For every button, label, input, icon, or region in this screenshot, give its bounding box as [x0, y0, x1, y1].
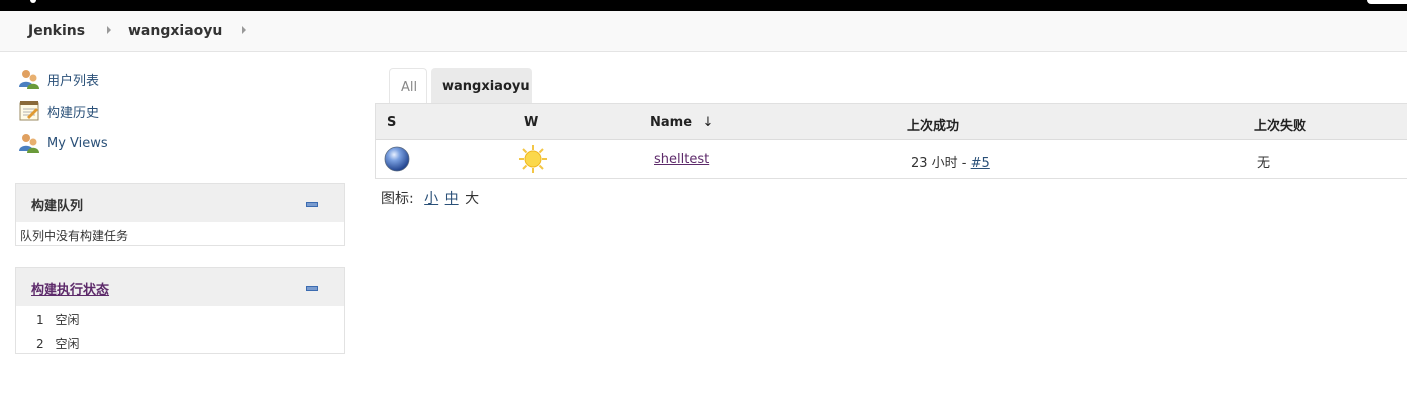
breadcrumb-user[interactable]: wangxiaoyu [128, 23, 222, 39]
icon-size-large: 大 [465, 191, 480, 207]
collapse-icon[interactable] [306, 286, 318, 291]
build-number-link[interactable]: #5 [971, 156, 990, 171]
breadcrumb-jenkins[interactable]: Jenkins [28, 23, 85, 39]
icon-size-medium-link[interactable]: 中 [445, 191, 459, 207]
executor-number: 2 [36, 337, 44, 351]
icon-size-selector: 图标: 小 中 大 [381, 188, 479, 208]
tab-wangxiaoyu[interactable]: wangxiaoyu [431, 68, 532, 104]
build-queue-title: 构建队列 [31, 199, 84, 214]
top-header-bar [0, 0, 1407, 11]
build-queue-header: 构建队列 [16, 184, 344, 222]
collapse-icon[interactable] [306, 202, 318, 207]
executor-row: 2 空闲 [36, 335, 79, 352]
header-right-fragment [1367, 0, 1407, 4]
icon-size-label: 图标: [381, 191, 414, 207]
notepad-icon [18, 100, 40, 122]
sidebar-item-user-list[interactable]: 用户列表 [18, 68, 99, 90]
executor-number: 1 [36, 313, 44, 327]
build-queue-empty-text: 队列中没有构建任务 [20, 229, 129, 243]
breadcrumb: Jenkins wangxiaoyu [0, 11, 1407, 52]
header-logo-fragment [30, 0, 36, 3]
column-header-last-success[interactable]: 上次成功 [907, 115, 959, 134]
column-header-last-failure[interactable]: 上次失败 [1254, 115, 1306, 134]
sidebar-item-my-views[interactable]: My Views [18, 132, 108, 154]
jobs-table: S W Name ↓ 上次成功 上次失败 shelltest 23 小时 - #… [375, 103, 1407, 179]
executor-row: 1 空闲 [36, 311, 79, 328]
sidebar-item-label: 用户列表 [47, 73, 100, 89]
job-link-shelltest[interactable]: shelltest [654, 152, 709, 167]
breadcrumb-arrow-icon[interactable] [242, 26, 246, 34]
executors-header: 构建执行状态 [16, 268, 344, 306]
table-header: S W Name ↓ 上次成功 上次失败 [376, 104, 1407, 140]
sidebar-item-build-history[interactable]: 构建历史 [18, 100, 99, 122]
last-success-time: 23 小时 - [911, 156, 971, 171]
executor-status: 空闲 [55, 337, 80, 351]
sort-arrow-icon: ↓ [702, 115, 714, 130]
tab-all-label: All [401, 80, 418, 95]
last-failure-cell: 无 [1257, 156, 1271, 171]
column-header-name[interactable]: Name ↓ [650, 115, 713, 130]
users-icon [18, 68, 40, 90]
column-header-name-label: Name [650, 115, 693, 130]
users-icon [18, 132, 40, 154]
column-header-status[interactable]: S [387, 115, 396, 130]
tab-all[interactable]: All [389, 68, 427, 104]
breadcrumb-arrow-icon[interactable] [107, 26, 111, 34]
build-queue-pane: 构建队列 队列中没有构建任务 [15, 183, 345, 246]
sun-icon[interactable] [518, 144, 548, 178]
executors-title[interactable]: 构建执行状态 [31, 279, 109, 298]
executor-status: 空闲 [55, 313, 80, 327]
column-header-weather[interactable]: W [524, 115, 538, 130]
sidebar-item-label: My Views [47, 135, 108, 151]
sidebar-item-label: 构建历史 [47, 105, 100, 121]
icon-size-small-link[interactable]: 小 [424, 191, 438, 207]
executors-pane: 构建执行状态 1 空闲 2 空闲 [15, 267, 345, 354]
last-success-cell: 23 小时 - #5 [911, 152, 990, 171]
tab-active-label: wangxiaoyu [442, 79, 530, 94]
blue-ball-icon[interactable] [384, 146, 410, 176]
